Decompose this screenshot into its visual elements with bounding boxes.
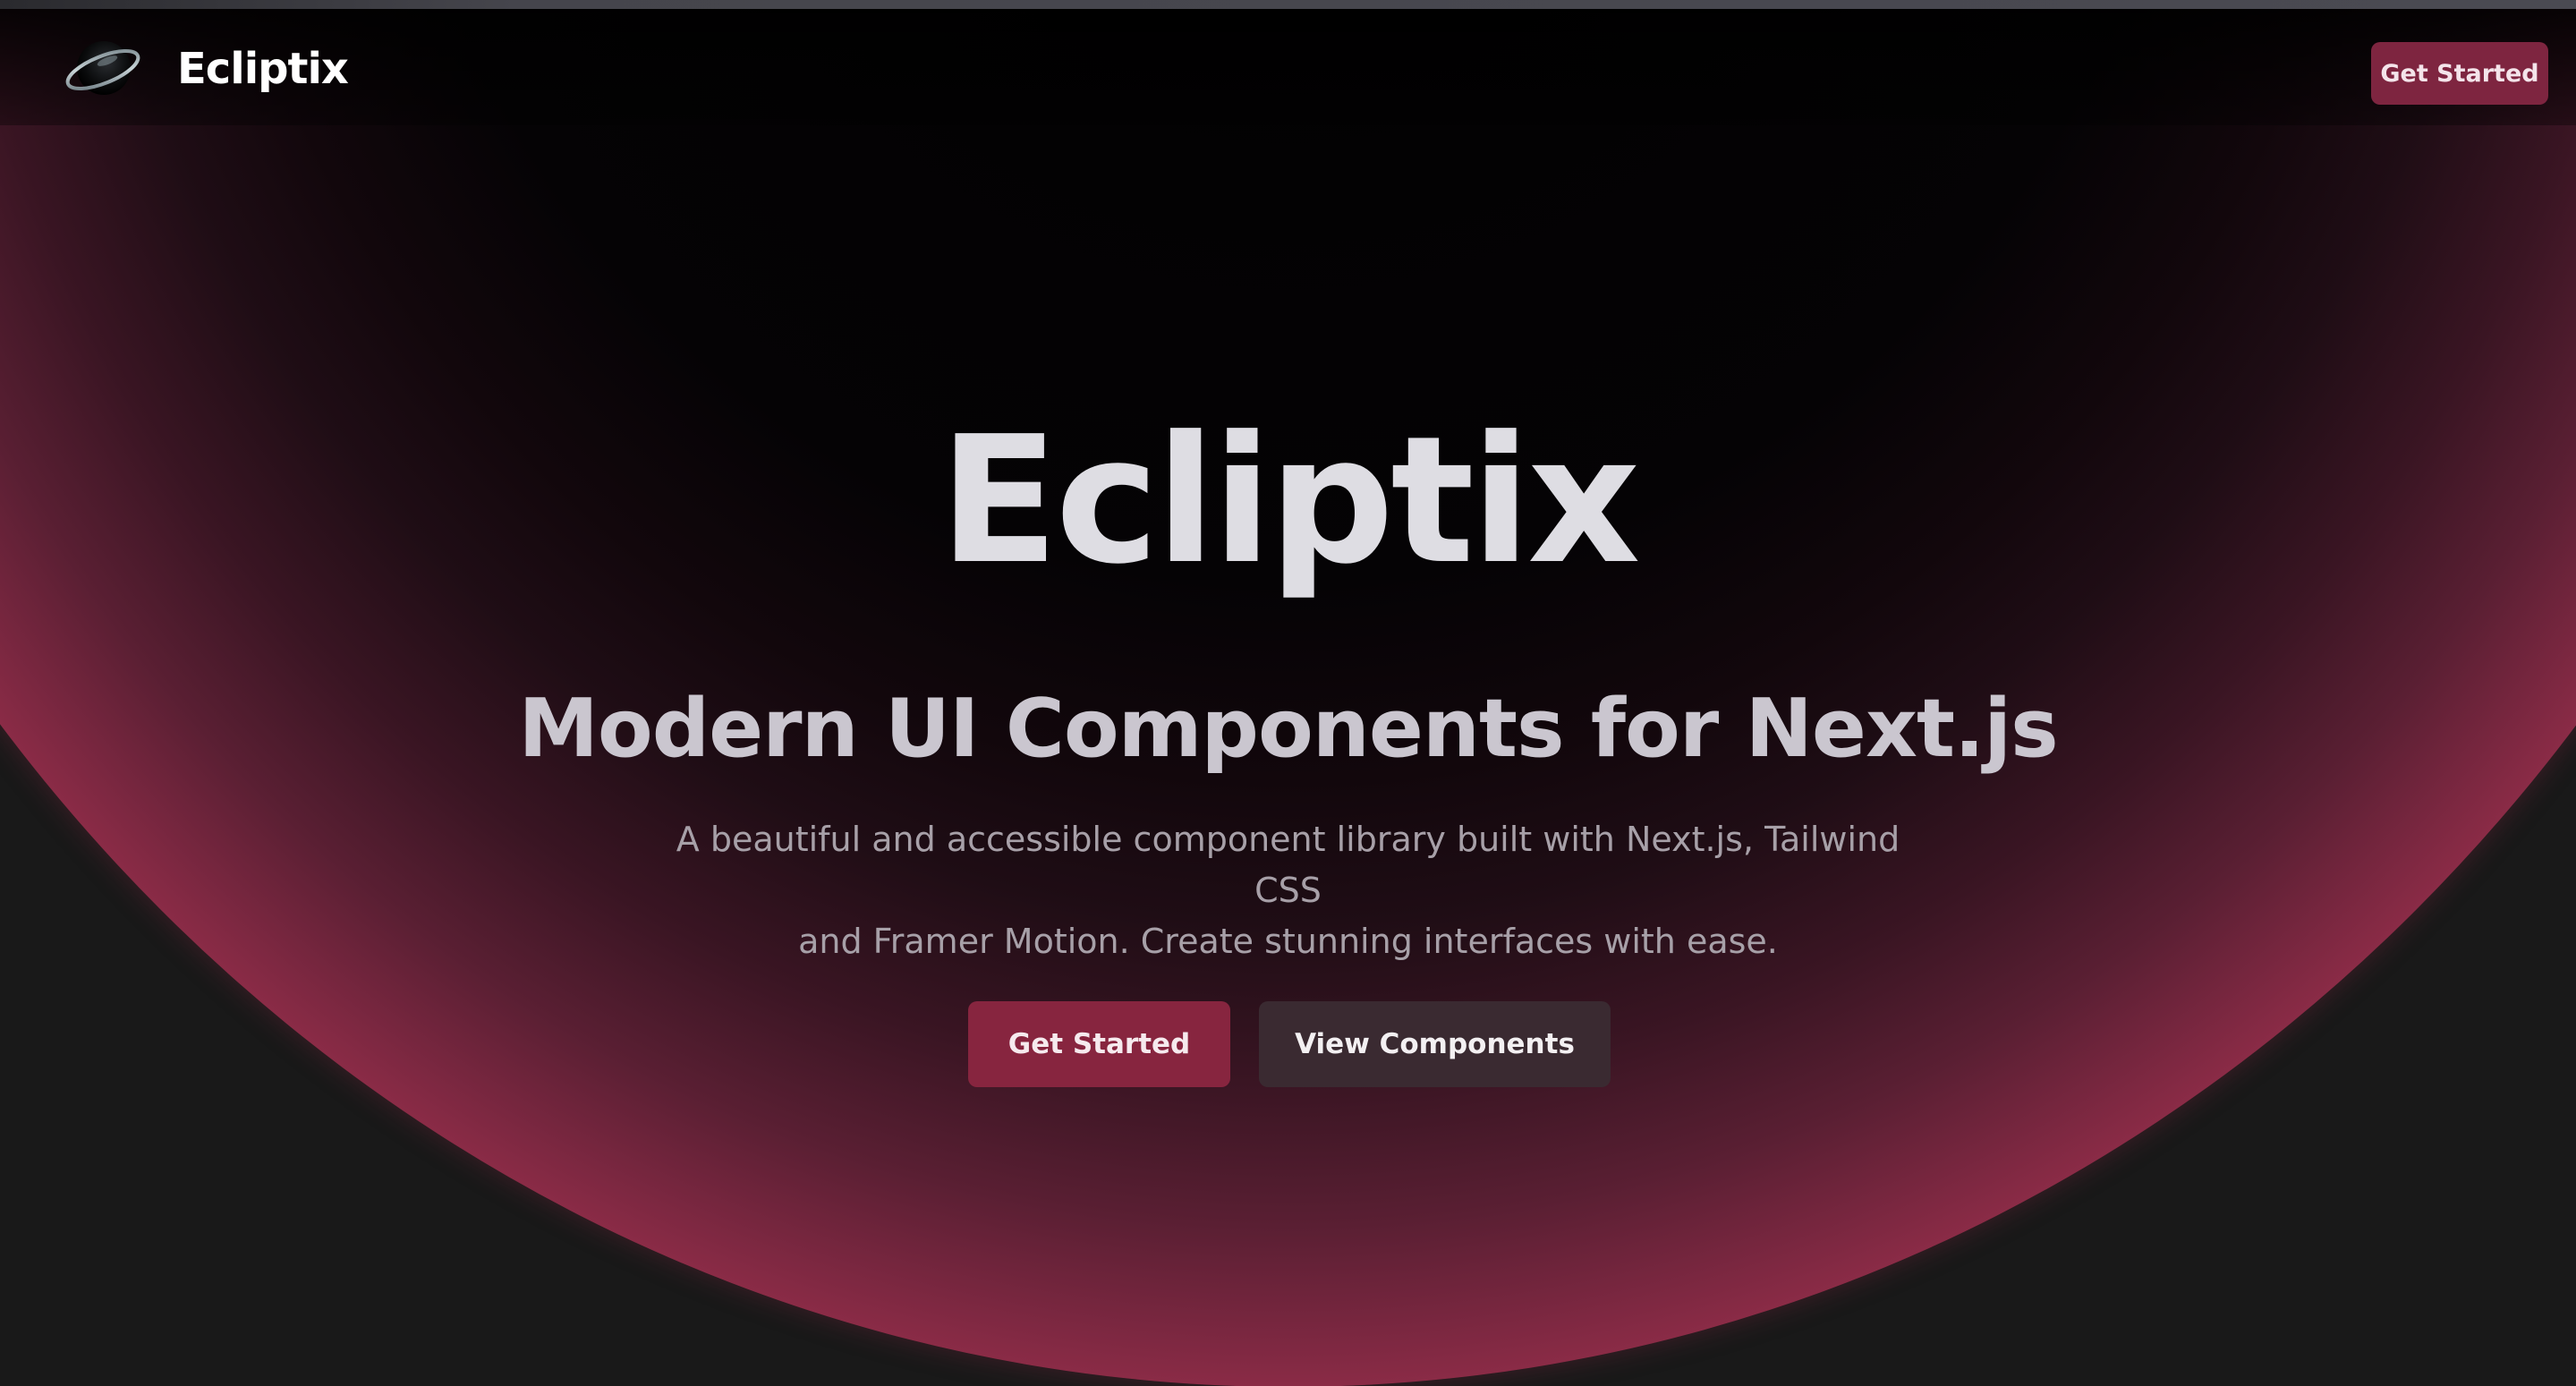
landing-page: Ecliptix Get Started Ecliptix Modern UI …	[0, 0, 2576, 1386]
logo-link[interactable]: Ecliptix	[61, 36, 349, 102]
eclipse-ring-icon	[65, 41, 140, 95]
hero-description: A beautiful and accessible component lib…	[661, 814, 1915, 967]
hero-description-line-2: and Framer Motion. Create stunning inter…	[798, 922, 1778, 961]
site-header: Ecliptix Get Started	[0, 9, 2576, 125]
hero-description-line-1: A beautiful and accessible component lib…	[676, 820, 1900, 910]
header-get-started-button[interactable]: Get Started	[2371, 42, 2548, 105]
logo-text: Ecliptix	[177, 44, 349, 94]
hero-subtitle: Modern UI Components for Next.js	[518, 682, 2058, 776]
view-components-button[interactable]: View Components	[1259, 1001, 1611, 1087]
browser-top-strip	[0, 0, 2576, 9]
get-started-button[interactable]: Get Started	[968, 1001, 1230, 1087]
hero-title: Ecliptix	[939, 399, 1640, 603]
